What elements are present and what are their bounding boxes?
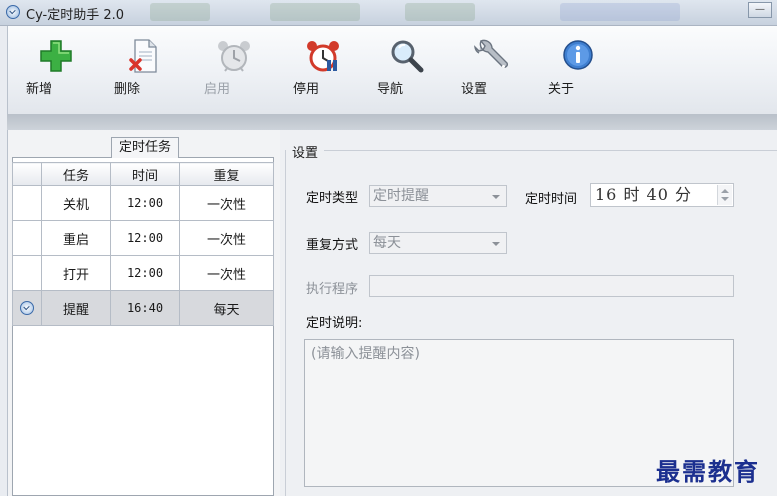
wrench-icon [473,38,509,74]
time-cell: 12:00 [110,255,180,291]
add-icon [38,38,74,74]
task-cell: 打开 [41,255,111,291]
settings-frame-edge [285,150,286,496]
minimize-button[interactable]: — [748,2,772,18]
delete-button-label: 删除 [114,82,141,97]
settings-button[interactable]: 设置 [461,38,521,97]
settings-divider [324,150,777,151]
background-blur [560,3,680,21]
settings-title: 设置 [292,146,319,161]
window-title: Cy-定时助手 2.0 [26,8,125,23]
task-panel: 定时任务 任务 时间 重复 关机 12:00 一次性 重启 12:00 一次性 [7,130,281,496]
add-button-label: 新增 [26,82,53,97]
task-cell: 提醒 [41,290,111,326]
description-label: 定时说明: [306,316,363,331]
disable-button[interactable]: 停用 [293,38,353,97]
row-marker [12,255,42,291]
background-blur [405,3,475,21]
time-spinner[interactable] [717,185,732,205]
task-table-header: 任务 时间 重复 [12,162,274,186]
row-marker [12,220,42,256]
timer-time-value: 16 时 40 分 [595,185,692,204]
navigate-button-label: 导航 [377,82,404,97]
task-cell: 关机 [41,185,111,221]
timer-time-label: 定时时间 [525,192,578,207]
timer-time-input[interactable]: 16 时 40 分 [590,183,734,207]
repeat-mode-value: 每天 [373,235,401,251]
background-blur [150,3,210,21]
program-field[interactable] [369,275,734,297]
repeat-mode-label: 重复方式 [306,238,359,253]
table-row[interactable]: 重启 12:00 一次性 [12,220,274,256]
magnifier-icon [389,38,425,74]
timer-type-value: 定时提醒 [373,188,429,204]
time-cell: 12:00 [110,185,180,221]
disable-alarm-icon [305,38,341,74]
settings-button-label: 设置 [461,82,488,97]
row-marker [12,290,42,326]
repeat-cell: 一次性 [179,185,274,221]
settings-panel: 设置 定时类型 定时提醒 定时时间 16 时 40 分 重复方式 每天 执行程序… [280,130,777,496]
app-clock-icon[interactable] [6,5,20,19]
timer-type-label: 定时类型 [306,191,359,206]
table-row-selected[interactable]: 提醒 16:40 每天 [12,290,274,326]
description-placeholder: (请输入提醒内容) [311,346,420,362]
task-panel-title: 定时任务 [111,137,179,158]
timer-type-select[interactable]: 定时提醒 [369,185,507,207]
row-marker [12,185,42,221]
navigate-button[interactable]: 导航 [377,38,437,97]
task-cell: 重启 [41,220,111,256]
table-row[interactable]: 关机 12:00 一次性 [12,185,274,221]
program-label: 执行程序 [306,282,359,297]
chevron-down-icon [492,242,500,246]
column-header-time[interactable]: 时间 [110,162,180,186]
time-cell: 16:40 [110,290,180,326]
repeat-cell: 一次性 [179,255,274,291]
enable-alarm-icon [216,38,252,74]
title-bar: Cy-定时助手 2.0 — [0,0,777,26]
delete-icon [126,38,162,74]
delete-button[interactable]: 删除 [114,38,174,97]
info-icon [560,38,596,74]
repeat-cell: 一次性 [179,220,274,256]
repeat-cell: 每天 [179,290,274,326]
column-header-repeat[interactable]: 重复 [179,162,274,186]
add-button[interactable]: 新增 [26,38,86,97]
chevron-down-icon [492,195,500,199]
about-button[interactable]: 关于 [548,38,608,97]
toolbar-separator [7,114,777,130]
enable-button[interactable]: 启用 [204,38,264,97]
column-header-marker [12,162,42,186]
enable-button-label: 启用 [204,82,231,97]
about-button-label: 关于 [548,82,575,97]
background-blur [270,3,360,21]
table-row[interactable]: 打开 12:00 一次性 [12,255,274,291]
task-table: 任务 时间 重复 关机 12:00 一次性 重启 12:00 一次性 打开 12… [12,162,274,326]
watermark-logo: 最需教育 [656,457,760,486]
toolbar: 新增 删除 启用 停用 导航 设置 关于 [7,26,777,114]
time-cell: 12:00 [110,220,180,256]
disable-button-label: 停用 [293,82,320,97]
column-header-task[interactable]: 任务 [41,162,111,186]
clock-icon [20,301,34,315]
repeat-mode-select[interactable]: 每天 [369,232,507,254]
